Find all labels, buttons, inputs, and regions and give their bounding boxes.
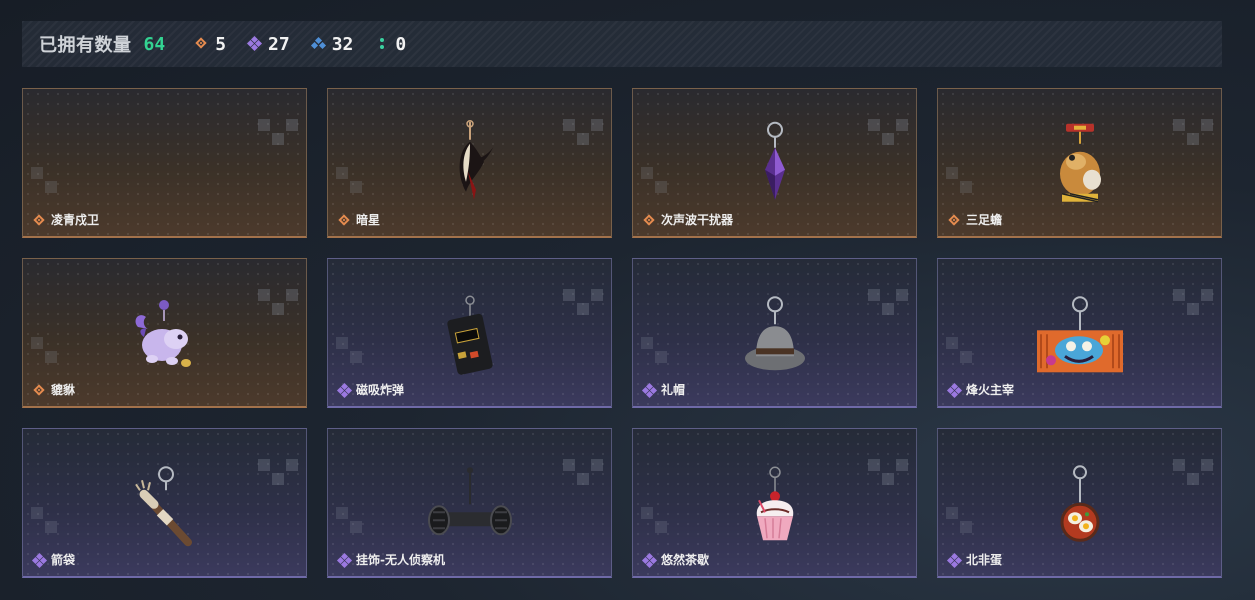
purple-rarity-icon <box>336 552 353 568</box>
item-label: 暗星 <box>338 211 380 228</box>
owned-count-label: 已拥有数量 <box>39 35 132 56</box>
item-card[interactable]: 三足蟾 <box>937 88 1222 238</box>
item-name: 次声波干扰器 <box>661 213 734 227</box>
rarity-count-orange: 5 <box>195 34 226 55</box>
orange-rarity-icon <box>643 213 655 226</box>
purple-rarity-icon <box>641 382 658 398</box>
purple-rarity-icon <box>246 35 263 52</box>
rarity-count-purple: 27 <box>246 33 290 55</box>
item-card[interactable]: 磁吸炸弹 <box>327 258 612 408</box>
purple-rarity-icon <box>946 552 963 568</box>
item-label: 挂饰-无人侦察机 <box>336 551 445 568</box>
cupcake-charm-image <box>756 466 793 540</box>
item-label: 三足蟾 <box>948 211 1002 228</box>
item-label: 次声波干扰器 <box>643 211 733 228</box>
item-card[interactable]: 次声波干扰器 <box>632 88 917 238</box>
crystal-charm-image <box>764 121 785 200</box>
egg-pan-charm-image <box>1060 464 1099 542</box>
graffiti-charm-image <box>1036 295 1123 372</box>
toad-charm-image <box>1059 123 1101 202</box>
item-name: 凌青戍卫 <box>51 213 100 227</box>
quiver-charm-image <box>134 465 192 546</box>
drone-charm-image <box>427 466 512 535</box>
item-label: 箭袋 <box>31 551 76 568</box>
charm-grid: 凌青戍卫 暗星 次声波干扰器 三足蟾 貔貅 磁吸炸弹 礼帽 烽火主宰 箭袋 挂饰… <box>22 88 1222 578</box>
item-card[interactable]: 悠然茶歇 <box>632 428 917 578</box>
item-card[interactable]: 北非蛋 <box>937 428 1222 578</box>
item-label: 凌青戍卫 <box>33 211 99 228</box>
item-name: 暗星 <box>356 213 381 227</box>
item-label: 北非蛋 <box>946 551 1003 568</box>
item-name: 挂饰-无人侦察机 <box>356 553 445 567</box>
rarity-count-value: 0 <box>395 33 407 55</box>
item-card[interactable]: 烽火主宰 <box>937 258 1222 408</box>
bomb-charm-image <box>446 295 493 375</box>
item-name: 北非蛋 <box>966 553 1003 567</box>
purple-rarity-icon <box>336 382 353 398</box>
item-card[interactable]: 貔貅 <box>22 258 307 408</box>
ownership-summary-bar: 已拥有数量 64 5 27 32 0 <box>22 21 1222 67</box>
orange-rarity-icon <box>338 213 350 226</box>
mask-charm-image <box>459 119 494 200</box>
rarity-count-value: 32 <box>331 33 354 55</box>
item-name: 磁吸炸弹 <box>356 383 405 397</box>
item-card[interactable]: 挂饰-无人侦察机 <box>327 428 612 578</box>
purple-rarity-icon <box>31 552 48 568</box>
orange-rarity-icon <box>195 37 209 51</box>
item-card[interactable]: 暗星 <box>327 88 612 238</box>
item-name: 烽火主宰 <box>966 383 1015 397</box>
hat-charm-image <box>744 295 805 370</box>
item-label: 悠然茶歇 <box>641 551 710 568</box>
item-name: 礼帽 <box>661 383 686 397</box>
item-card[interactable]: 凌青戍卫 <box>22 88 307 238</box>
rarity-count-value: 5 <box>215 33 227 55</box>
owned-count-total: 64 <box>143 33 166 55</box>
rarity-count-green: 0 <box>375 34 406 55</box>
item-name: 三足蟾 <box>966 213 1003 227</box>
item-label: 磁吸炸弹 <box>336 381 405 398</box>
orange-rarity-icon <box>33 383 45 396</box>
item-label: 貔貅 <box>33 381 75 398</box>
item-label: 烽火主宰 <box>946 381 1015 398</box>
item-name: 箭袋 <box>51 553 76 567</box>
purple-rarity-icon <box>946 382 963 398</box>
item-name: 貔貅 <box>51 383 76 397</box>
blue-rarity-icon <box>310 36 326 51</box>
orange-rarity-icon <box>33 213 45 226</box>
rarity-count-blue: 32 <box>310 33 354 55</box>
pixiu-charm-image <box>135 299 191 367</box>
rarity-count-value: 27 <box>268 33 290 55</box>
rarity-counts: 5 27 32 0 <box>195 34 428 55</box>
item-card[interactable]: 箭袋 <box>22 428 307 578</box>
purple-rarity-icon <box>641 552 658 568</box>
orange-rarity-icon <box>948 213 960 226</box>
item-label: 礼帽 <box>641 381 686 398</box>
green-rarity-icon <box>375 37 389 51</box>
item-card[interactable]: 礼帽 <box>632 258 917 408</box>
item-name: 悠然茶歇 <box>661 553 710 567</box>
